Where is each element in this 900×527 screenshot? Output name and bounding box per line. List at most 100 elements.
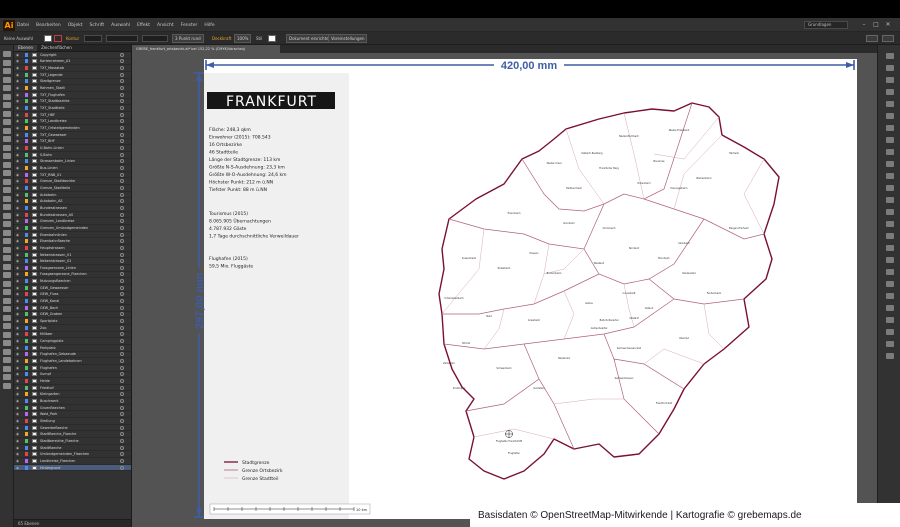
- target-circle-icon[interactable]: [120, 165, 124, 170]
- target-circle-icon[interactable]: [120, 405, 124, 410]
- menu-item[interactable]: Bearbeiten: [36, 23, 61, 28]
- layer-row[interactable]: ◉ Flughafen_Gebaeude: [14, 352, 131, 359]
- target-circle-icon[interactable]: [120, 179, 124, 184]
- visibility-eye-icon[interactable]: ◉: [16, 253, 22, 257]
- panel-icon[interactable]: [886, 161, 894, 167]
- target-circle-icon[interactable]: [120, 106, 124, 111]
- layer-name[interactable]: Nutzungsflaechen: [40, 279, 118, 283]
- tool-icon[interactable]: [3, 357, 11, 363]
- tool-icon[interactable]: [3, 110, 11, 117]
- visibility-eye-icon[interactable]: ◉: [16, 372, 22, 376]
- tool-icon[interactable]: [3, 127, 11, 134]
- target-circle-icon[interactable]: [120, 66, 124, 71]
- tool-icon[interactable]: [3, 51, 11, 57]
- visibility-eye-icon[interactable]: ◉: [16, 446, 22, 450]
- visibility-eye-icon[interactable]: ◉: [16, 53, 22, 57]
- visibility-eye-icon[interactable]: ◉: [16, 306, 22, 310]
- layer-row[interactable]: ◉ Hintergrund: [14, 464, 131, 472]
- visibility-eye-icon[interactable]: ◉: [16, 452, 22, 456]
- layer-row[interactable]: ◉ Campingplatz: [14, 338, 131, 345]
- panel-icon[interactable]: [886, 173, 894, 179]
- tool-icon[interactable]: [3, 187, 11, 193]
- document-setup-button[interactable]: Dokument einrichten: [286, 34, 335, 43]
- menu-item[interactable]: Auswahl: [111, 23, 130, 28]
- visibility-eye-icon[interactable]: ◉: [16, 106, 22, 110]
- layer-name[interactable]: Hauptstrassen: [40, 246, 118, 250]
- opacity-field[interactable]: 100%: [234, 34, 252, 43]
- layer-row[interactable]: ◉ TXT_Massstab: [14, 65, 131, 72]
- panel-icon[interactable]: [886, 245, 894, 251]
- visibility-eye-icon[interactable]: ◉: [16, 359, 22, 363]
- layer-name[interactable]: Grenze_Stadtteile: [40, 186, 118, 190]
- visibility-eye-icon[interactable]: ◉: [16, 312, 22, 316]
- layer-name[interactable]: Gruenflaechen: [40, 406, 118, 410]
- visibility-eye-icon[interactable]: ◉: [16, 266, 22, 270]
- tool-icon[interactable]: [3, 144, 11, 151]
- target-circle-icon[interactable]: [120, 245, 124, 250]
- panel-icon[interactable]: [886, 353, 894, 359]
- layer-row[interactable]: ◉ Stadtbereiche_Flaeche: [14, 438, 131, 445]
- target-circle-icon[interactable]: [120, 352, 124, 357]
- target-circle-icon[interactable]: [120, 185, 124, 190]
- visibility-eye-icon[interactable]: ◉: [16, 119, 22, 123]
- visibility-eye-icon[interactable]: ◉: [16, 286, 22, 290]
- layer-row[interactable]: ◉ U-Bahn-Linien: [14, 145, 131, 152]
- variable-width-field[interactable]: [106, 35, 138, 42]
- visibility-eye-icon[interactable]: ◉: [16, 59, 22, 63]
- target-circle-icon[interactable]: [120, 378, 124, 383]
- tool-icon[interactable]: [3, 119, 11, 125]
- layer-name[interactable]: Fussgaenzone_Linien: [40, 266, 118, 270]
- target-circle-icon[interactable]: [120, 465, 124, 470]
- target-circle-icon[interactable]: [120, 92, 124, 97]
- target-circle-icon[interactable]: [120, 285, 124, 290]
- visibility-eye-icon[interactable]: ◉: [16, 166, 22, 170]
- panel-icon[interactable]: [886, 89, 894, 95]
- close-icon[interactable]: ✕: [884, 21, 892, 29]
- visibility-eye-icon[interactable]: ◉: [16, 406, 22, 410]
- visibility-eye-icon[interactable]: ◉: [16, 392, 22, 396]
- tool-icon[interactable]: [3, 263, 11, 270]
- menu-item[interactable]: Datei: [17, 23, 29, 28]
- layer-name[interactable]: Rahmen_Stadt: [40, 86, 118, 90]
- stroke-label[interactable]: Kontur: [66, 35, 79, 42]
- layer-row[interactable]: ◉ Militaer: [14, 332, 131, 339]
- layer-row[interactable]: ◉ GEW_Graben: [14, 312, 131, 319]
- layer-row[interactable]: ◉ S-Bahn: [14, 152, 131, 159]
- layer-name[interactable]: GEW_Graben: [40, 312, 118, 316]
- visibility-eye-icon[interactable]: ◉: [16, 133, 22, 137]
- tab-layers[interactable]: Ebenen: [14, 45, 38, 51]
- tab-artboards[interactable]: Zeichenflächen: [37, 45, 76, 51]
- layer-row[interactable]: ◉ GEW_Bach: [14, 305, 131, 312]
- target-circle-icon[interactable]: [120, 418, 124, 423]
- brush-dropdown[interactable]: 3 Punkt rund: [172, 34, 204, 43]
- layer-name[interactable]: TXT_HBF: [40, 113, 118, 117]
- layer-row[interactable]: ◉ GEW_Gewaesser: [14, 285, 131, 292]
- layer-row[interactable]: ◉ Eisenbahnflaeche: [14, 238, 131, 246]
- layer-name[interactable]: Friedhof: [40, 386, 118, 390]
- target-circle-icon[interactable]: [120, 332, 124, 337]
- tool-icon[interactable]: [3, 170, 11, 176]
- tool-icon[interactable]: [3, 340, 11, 346]
- menu-item[interactable]: Objekt: [68, 23, 83, 28]
- visibility-eye-icon[interactable]: ◉: [16, 292, 22, 296]
- layer-row[interactable]: ◉ TXT_HBF: [14, 112, 131, 119]
- visibility-eye-icon[interactable]: ◉: [16, 379, 22, 383]
- panel-icon[interactable]: [886, 197, 894, 203]
- visibility-eye-icon[interactable]: ◉: [16, 93, 22, 97]
- visibility-eye-icon[interactable]: ◉: [16, 173, 22, 177]
- visibility-eye-icon[interactable]: ◉: [16, 412, 22, 416]
- target-circle-icon[interactable]: [120, 252, 124, 257]
- layer-name[interactable]: TXT_BHF: [40, 139, 118, 143]
- panel-icon[interactable]: [886, 305, 894, 311]
- target-circle-icon[interactable]: [120, 172, 124, 177]
- visibility-eye-icon[interactable]: ◉: [16, 99, 22, 103]
- tool-icon[interactable]: [3, 68, 11, 74]
- layer-row[interactable]: ◉ Nebenstrassen_02: [14, 258, 131, 265]
- layer-row[interactable]: ◉ Copyright: [14, 52, 131, 59]
- visibility-eye-icon[interactable]: ◉: [16, 193, 22, 197]
- visibility-eye-icon[interactable]: ◉: [16, 326, 22, 330]
- visibility-eye-icon[interactable]: ◉: [16, 366, 22, 370]
- layer-row[interactable]: ◉ TXT_Ortsteilgemeinden: [14, 125, 131, 132]
- layer-name[interactable]: U-Bahn-Linien: [40, 146, 118, 150]
- panel-icon[interactable]: [886, 149, 894, 155]
